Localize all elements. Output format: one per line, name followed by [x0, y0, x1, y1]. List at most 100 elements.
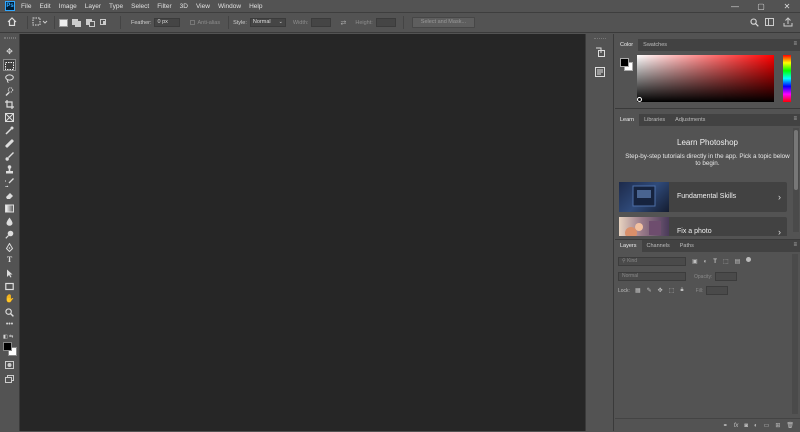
- menu-3d[interactable]: 3D: [180, 3, 188, 10]
- path-selection-tool-icon[interactable]: [3, 267, 16, 279]
- quick-selection-tool-icon[interactable]: [3, 85, 16, 97]
- blur-tool-icon[interactable]: [3, 215, 16, 227]
- clone-stamp-tool-icon[interactable]: [3, 163, 16, 175]
- new-group-icon[interactable]: ▭: [764, 422, 770, 429]
- history-brush-tool-icon[interactable]: [2, 176, 16, 188]
- feather-input[interactable]: 0 px: [154, 18, 181, 27]
- add-mask-icon[interactable]: ◙: [744, 423, 748, 429]
- screen-mode-icon[interactable]: [3, 373, 16, 385]
- menu-image[interactable]: Image: [59, 3, 77, 10]
- rectangle-tool-icon[interactable]: [3, 280, 16, 292]
- link-layers-icon[interactable]: ⚭: [723, 422, 728, 429]
- panel-menu-icon[interactable]: ≡: [793, 242, 797, 248]
- panel-grip[interactable]: [4, 37, 16, 39]
- panel-foreground-swatch[interactable]: [620, 58, 629, 67]
- menu-filter[interactable]: Filter: [157, 3, 171, 10]
- marquee-tool-preset-icon[interactable]: [32, 17, 50, 28]
- zoom-tool-icon[interactable]: [3, 306, 16, 318]
- learn-scrollbar[interactable]: [793, 128, 799, 232]
- workspace-icon[interactable]: [765, 17, 775, 29]
- delete-layer-icon[interactable]: 🗑︎: [786, 422, 794, 429]
- new-layer-icon[interactable]: ⊞: [775, 422, 780, 429]
- marquee-tool-icon[interactable]: [3, 59, 16, 71]
- smart-object-filter-icon[interactable]: ▤: [735, 258, 741, 265]
- gradient-tool-icon[interactable]: [3, 202, 16, 214]
- intersect-selection-icon[interactable]: [100, 18, 110, 27]
- lasso-tool-icon[interactable]: [3, 72, 16, 84]
- hue-slider[interactable]: [783, 55, 791, 102]
- eyedropper-tool-icon[interactable]: [3, 124, 16, 136]
- fill-input[interactable]: [706, 286, 729, 295]
- restore-button[interactable]: ▢: [748, 0, 774, 12]
- pixel-filter-icon[interactable]: ▣: [692, 258, 698, 265]
- menu-file[interactable]: File: [21, 3, 31, 10]
- pen-tool-icon[interactable]: [3, 241, 16, 253]
- new-selection-icon[interactable]: [59, 18, 68, 27]
- adjustment-filter-icon[interactable]: ◐: [704, 259, 708, 265]
- add-selection-icon[interactable]: [72, 18, 82, 27]
- panel-menu-icon[interactable]: ≡: [793, 41, 797, 47]
- crop-tool-icon[interactable]: [3, 98, 16, 110]
- hand-tool-icon[interactable]: ✋: [3, 293, 16, 305]
- lock-artboard-icon[interactable]: ⬚: [669, 287, 675, 294]
- properties-panel-icon[interactable]: [595, 64, 605, 82]
- search-icon[interactable]: [750, 18, 759, 29]
- menu-layer[interactable]: Layer: [85, 3, 101, 10]
- tutorial-card-fix-a-photo[interactable]: Fix a photo ›: [619, 217, 787, 236]
- filter-toggle-icon[interactable]: [746, 256, 752, 262]
- close-button[interactable]: ✕: [774, 0, 800, 12]
- color-picker-handle[interactable]: [637, 97, 642, 102]
- tutorial-card-fundamental-skills[interactable]: Fundamental Skills ›: [619, 182, 787, 212]
- home-icon[interactable]: [7, 17, 19, 28]
- tab-layers[interactable]: Layers: [615, 240, 642, 252]
- history-panel-icon[interactable]: [595, 44, 605, 62]
- width-input[interactable]: [311, 18, 332, 27]
- tab-adjustments[interactable]: Adjustments: [670, 114, 710, 126]
- menu-type[interactable]: Type: [109, 3, 123, 10]
- select-and-mask-button[interactable]: Select and Mask...: [411, 17, 476, 28]
- eraser-tool-icon[interactable]: [3, 189, 16, 201]
- learn-scrollbar-thumb[interactable]: [794, 130, 798, 190]
- panel-grip[interactable]: [594, 38, 606, 40]
- tab-paths[interactable]: Paths: [675, 240, 699, 252]
- type-filter-icon[interactable]: T: [713, 259, 717, 265]
- blend-mode-select[interactable]: Normal: [618, 272, 686, 281]
- quick-mask-icon[interactable]: [3, 359, 16, 371]
- menu-edit[interactable]: Edit: [39, 3, 50, 10]
- share-icon[interactable]: [783, 17, 793, 29]
- type-tool-icon[interactable]: T: [3, 254, 16, 266]
- move-tool-icon[interactable]: ✥: [3, 46, 16, 58]
- brush-tool-icon[interactable]: [3, 150, 16, 162]
- tab-channels[interactable]: Channels: [642, 240, 675, 252]
- opacity-input[interactable]: [715, 272, 738, 281]
- minimize-button[interactable]: —: [722, 0, 748, 12]
- layer-style-icon[interactable]: fx: [734, 423, 739, 429]
- dodge-tool-icon[interactable]: [3, 228, 16, 240]
- style-select[interactable]: Normal ⌄: [249, 18, 286, 27]
- lock-transparent-icon[interactable]: ▦: [635, 287, 641, 294]
- frame-tool-icon[interactable]: [3, 111, 16, 123]
- layers-scrollbar[interactable]: [792, 254, 798, 414]
- edit-toolbar-icon[interactable]: •••: [3, 319, 16, 331]
- tab-color[interactable]: Color: [615, 39, 639, 51]
- menu-select[interactable]: Select: [131, 3, 149, 10]
- tab-learn[interactable]: Learn: [615, 114, 640, 126]
- lock-position-icon[interactable]: ✥: [658, 287, 663, 294]
- lock-all-icon[interactable]: 🔒︎: [680, 287, 683, 294]
- shape-filter-icon[interactable]: ⬚: [723, 258, 729, 265]
- subtract-selection-icon[interactable]: [86, 18, 96, 27]
- menu-window[interactable]: Window: [218, 3, 241, 10]
- adjustment-layer-icon[interactable]: ◐: [754, 423, 758, 429]
- antialias-checkbox[interactable]: [190, 20, 196, 25]
- menu-view[interactable]: View: [196, 3, 210, 10]
- panel-menu-icon[interactable]: ≡: [793, 116, 797, 122]
- lock-image-icon[interactable]: ✎: [647, 287, 652, 294]
- tab-libraries[interactable]: Libraries: [639, 114, 670, 126]
- height-input[interactable]: [375, 18, 396, 27]
- foreground-color-swatch[interactable]: [3, 342, 12, 351]
- document-canvas-area[interactable]: [20, 34, 585, 431]
- healing-brush-tool-icon[interactable]: [3, 137, 16, 149]
- swap-dimensions-icon[interactable]: ⇄: [340, 19, 346, 27]
- tab-swatches[interactable]: Swatches: [638, 39, 672, 51]
- color-picker-field[interactable]: [637, 55, 774, 102]
